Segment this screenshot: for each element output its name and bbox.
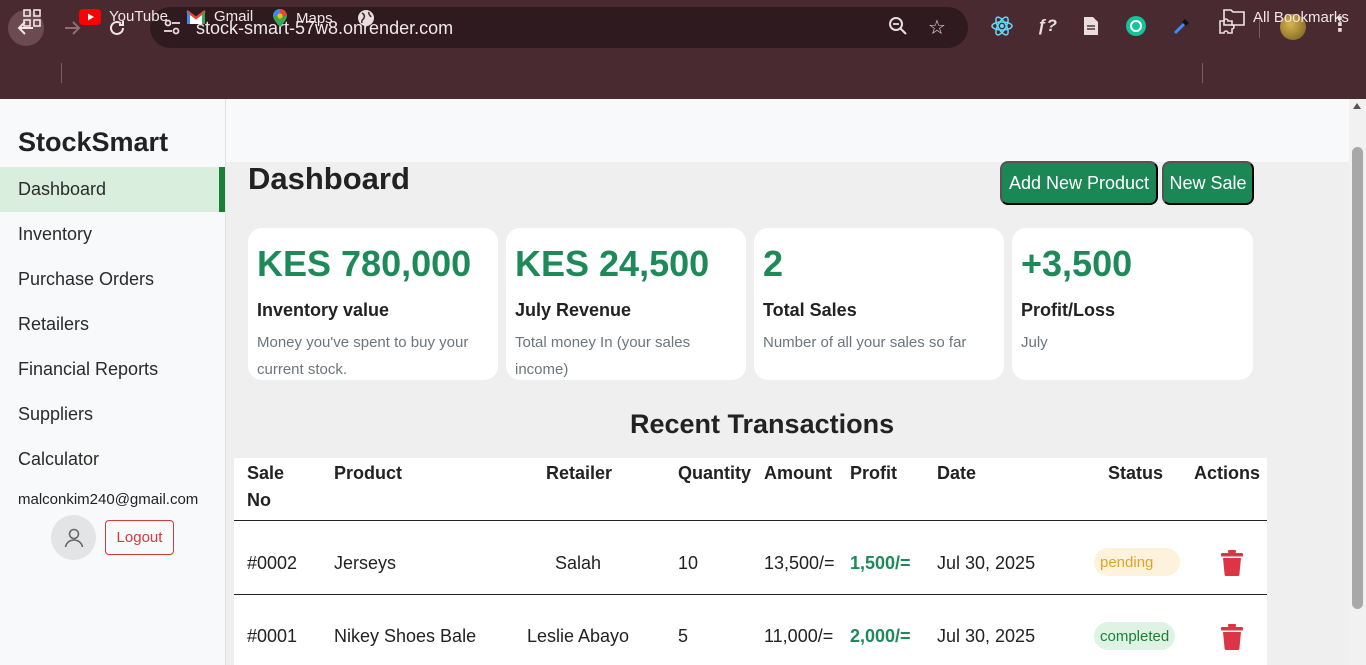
bookmark-maps[interactable]: Maps — [272, 8, 333, 28]
column-header-profit: Profit — [850, 463, 897, 483]
table-row-divider — [234, 594, 1267, 595]
cell-date: Jul 30, 2025 — [937, 626, 1036, 646]
stat-value: KES 780,000 — [257, 243, 472, 284]
column-header-actions: Actions — [1194, 463, 1261, 483]
sidebar: StockSmart Dashboard Inventory Purchase … — [0, 99, 226, 665]
cell-product: Jerseys — [334, 553, 397, 573]
stat-value: +3,500 — [1021, 243, 1133, 284]
cell-profit: 1,500/= — [850, 553, 911, 573]
sidebar-item-suppliers[interactable]: Suppliers — [0, 392, 225, 437]
status-badge: pending — [1094, 548, 1180, 576]
top-header-band — [226, 99, 1349, 162]
apps-grid-icon[interactable] — [22, 8, 42, 28]
color-picker-icon[interactable] — [1169, 13, 1195, 39]
stat-value: KES 24,500 — [515, 243, 710, 284]
stat-card-profit-loss: +3,500 Profit/Loss July — [1012, 228, 1253, 380]
gmail-icon — [186, 9, 206, 24]
bookmark-youtube-label: YouTube — [109, 8, 168, 25]
user-email: malconkim240@gmail.com — [18, 491, 199, 508]
scroll-up-arrow-icon[interactable] — [1353, 103, 1361, 109]
cell-sale-no: #0001 — [247, 626, 298, 646]
scrollbar-thumb[interactable] — [1352, 147, 1363, 609]
cell-sale-no: #0002 — [247, 553, 298, 573]
column-header-status: Status — [1108, 463, 1164, 483]
column-header-product: Product — [334, 463, 403, 483]
bookmark-divider-right — [1202, 63, 1203, 83]
zoom-icon[interactable] — [888, 16, 908, 41]
delete-trash-icon[interactable] — [1220, 550, 1244, 576]
stat-label: Inventory value — [257, 300, 390, 320]
sidebar-menu: Dashboard Inventory Purchase Orders Reta… — [0, 167, 225, 482]
grammar-extension-icon[interactable] — [1123, 13, 1149, 39]
sidebar-item-dashboard[interactable]: Dashboard — [0, 167, 225, 212]
column-header-quantity: Quantity — [678, 463, 752, 483]
cell-quantity: 5 — [678, 626, 689, 646]
page-title: Dashboard — [248, 161, 410, 196]
bookmark-gmail[interactable]: Gmail — [186, 8, 253, 25]
maps-pin-icon — [273, 9, 287, 27]
cell-amount: 13,500/= — [764, 553, 835, 573]
add-new-product-button[interactable]: Add New Product — [1000, 161, 1158, 205]
column-header-date: Date — [937, 463, 977, 483]
recent-transactions-title: Recent Transactions — [630, 409, 895, 439]
bookmark-gmail-label: Gmail — [214, 8, 254, 25]
page-scrollbar[interactable] — [1349, 99, 1366, 665]
youtube-icon — [79, 8, 101, 25]
cell-retailer: Salah — [554, 553, 602, 573]
cell-retailer: Leslie Abayo — [526, 626, 630, 646]
user-icon — [64, 528, 83, 547]
bookmark-divider — [61, 63, 62, 83]
column-header-amount: Amount — [764, 463, 832, 483]
new-sale-button[interactable]: New Sale — [1162, 161, 1254, 205]
sidebar-item-retailers[interactable]: Retailers — [0, 302, 225, 347]
stat-label: Profit/Loss — [1021, 300, 1116, 320]
stat-label: Total Sales — [763, 300, 857, 320]
status-badge: completed — [1094, 622, 1176, 650]
logout-button[interactable]: Logout — [105, 520, 174, 555]
sidebar-item-inventory[interactable]: Inventory — [0, 212, 225, 257]
stat-card-july-revenue: KES 24,500 July Revenue Total money In (… — [506, 228, 746, 380]
cell-profit: 2,000/= — [850, 626, 911, 646]
column-header-sale-no: Sale No — [247, 463, 285, 510]
bookmark-maps-label: Maps — [296, 9, 333, 27]
browser-chrome: stock-smart-57w8.onrender.com ☆ ƒ? ⋮ You… — [0, 0, 1366, 99]
delete-trash-icon[interactable] — [1220, 624, 1244, 650]
user-avatar[interactable] — [51, 515, 96, 560]
cell-quantity: 10 — [678, 553, 699, 573]
stat-description: July — [1021, 334, 1048, 351]
bookmark-star-icon[interactable]: ☆ — [928, 15, 946, 40]
app-viewport: StockSmart Dashboard Inventory Purchase … — [0, 99, 1349, 665]
cell-amount: 11,000/= — [764, 626, 834, 646]
stat-label: July Revenue — [515, 300, 632, 320]
brand-logo-text[interactable]: StockSmart — [18, 127, 168, 158]
stat-description: Total money In (your sales income) — [515, 334, 691, 378]
sidebar-item-calculator[interactable]: Calculator — [0, 437, 225, 482]
stat-value: 2 — [763, 243, 784, 284]
globe-icon[interactable] — [356, 8, 376, 28]
stat-description: Number of all your sales so far — [763, 334, 967, 351]
table-header-divider — [234, 520, 1267, 521]
all-bookmarks-label: All Bookmarks — [1253, 8, 1349, 26]
stat-card-inventory-value: KES 780,000 Inventory value Money you've… — [248, 228, 498, 380]
sidebar-item-purchase-orders[interactable]: Purchase Orders — [0, 257, 225, 302]
stat-card-total-sales: 2 Total Sales Number of all your sales s… — [754, 228, 1004, 380]
cell-date: Jul 30, 2025 — [937, 553, 1036, 573]
font-identifier-icon[interactable]: ƒ? — [1034, 13, 1060, 39]
sidebar-item-financial-reports[interactable]: Financial Reports — [0, 347, 225, 392]
all-bookmarks[interactable]: All Bookmarks — [1223, 8, 1349, 26]
column-header-retailer: Retailer — [546, 463, 613, 483]
react-devtools-icon[interactable] — [989, 13, 1015, 39]
document-icon[interactable] — [1078, 13, 1104, 39]
cell-product: Nikey Shoes Bale — [334, 626, 477, 646]
transactions-table: Sale No Product Retailer Quantity Amount… — [234, 458, 1267, 665]
bookmark-youtube[interactable]: YouTube — [79, 8, 168, 25]
stat-description: Money you've spent to buy your current s… — [257, 334, 469, 378]
folder-icon — [1223, 9, 1245, 26]
